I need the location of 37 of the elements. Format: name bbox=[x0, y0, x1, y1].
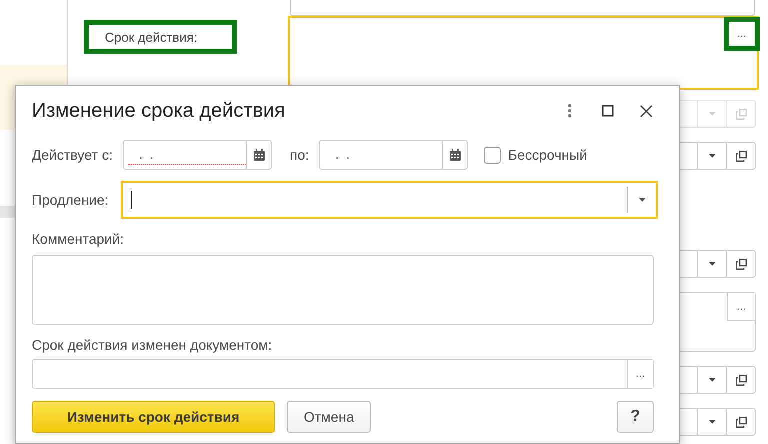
document-field[interactable]: ... bbox=[32, 359, 654, 389]
change-deadline-button[interactable]: Изменить срок действия bbox=[32, 401, 275, 433]
open-window-icon bbox=[736, 374, 746, 386]
caret-icon bbox=[708, 378, 716, 382]
select-button[interactable]: ... bbox=[727, 293, 755, 321]
open-window-icon bbox=[736, 108, 746, 120]
caret-icon bbox=[708, 420, 716, 424]
deadline-label: Срок действия: bbox=[84, 20, 237, 54]
caret-icon bbox=[638, 198, 646, 202]
help-button[interactable]: ? bbox=[617, 401, 654, 433]
extension-combo-field[interactable] bbox=[120, 181, 658, 219]
document-label: Срок действия изменен документом: bbox=[32, 337, 274, 353]
caret-icon bbox=[708, 262, 716, 266]
date-field[interactable]: . . bbox=[123, 140, 272, 170]
comment-field[interactable] bbox=[32, 255, 654, 325]
caret-icon bbox=[708, 112, 716, 116]
checkbox[interactable] bbox=[484, 146, 502, 164]
open-window-icon bbox=[736, 416, 746, 428]
open-window-icon bbox=[736, 150, 746, 162]
cancel-button[interactable]: Отмена bbox=[287, 401, 372, 433]
close-icon[interactable] bbox=[640, 104, 652, 118]
date-field[interactable]: . . bbox=[319, 140, 468, 170]
select-button[interactable]: ... bbox=[627, 360, 653, 388]
folder-field[interactable] bbox=[290, 0, 755, 16]
caret-icon bbox=[708, 154, 716, 158]
dialog-title: Изменение срока действия bbox=[32, 100, 286, 122]
more-icon[interactable] bbox=[568, 104, 572, 118]
date-to-label: по: bbox=[290, 147, 310, 163]
maximize-icon[interactable] bbox=[602, 105, 614, 117]
calendar-icon bbox=[450, 149, 461, 161]
calendar-icon bbox=[254, 149, 264, 161]
open-window-icon bbox=[736, 258, 746, 270]
comment-label: Комментарий: bbox=[32, 231, 126, 247]
select-button[interactable]: ... bbox=[724, 17, 760, 51]
checkbox-label: Бессрочный bbox=[508, 147, 588, 163]
extension-label: Продление: bbox=[32, 192, 109, 208]
date-from-label: Действует с: bbox=[32, 147, 113, 163]
